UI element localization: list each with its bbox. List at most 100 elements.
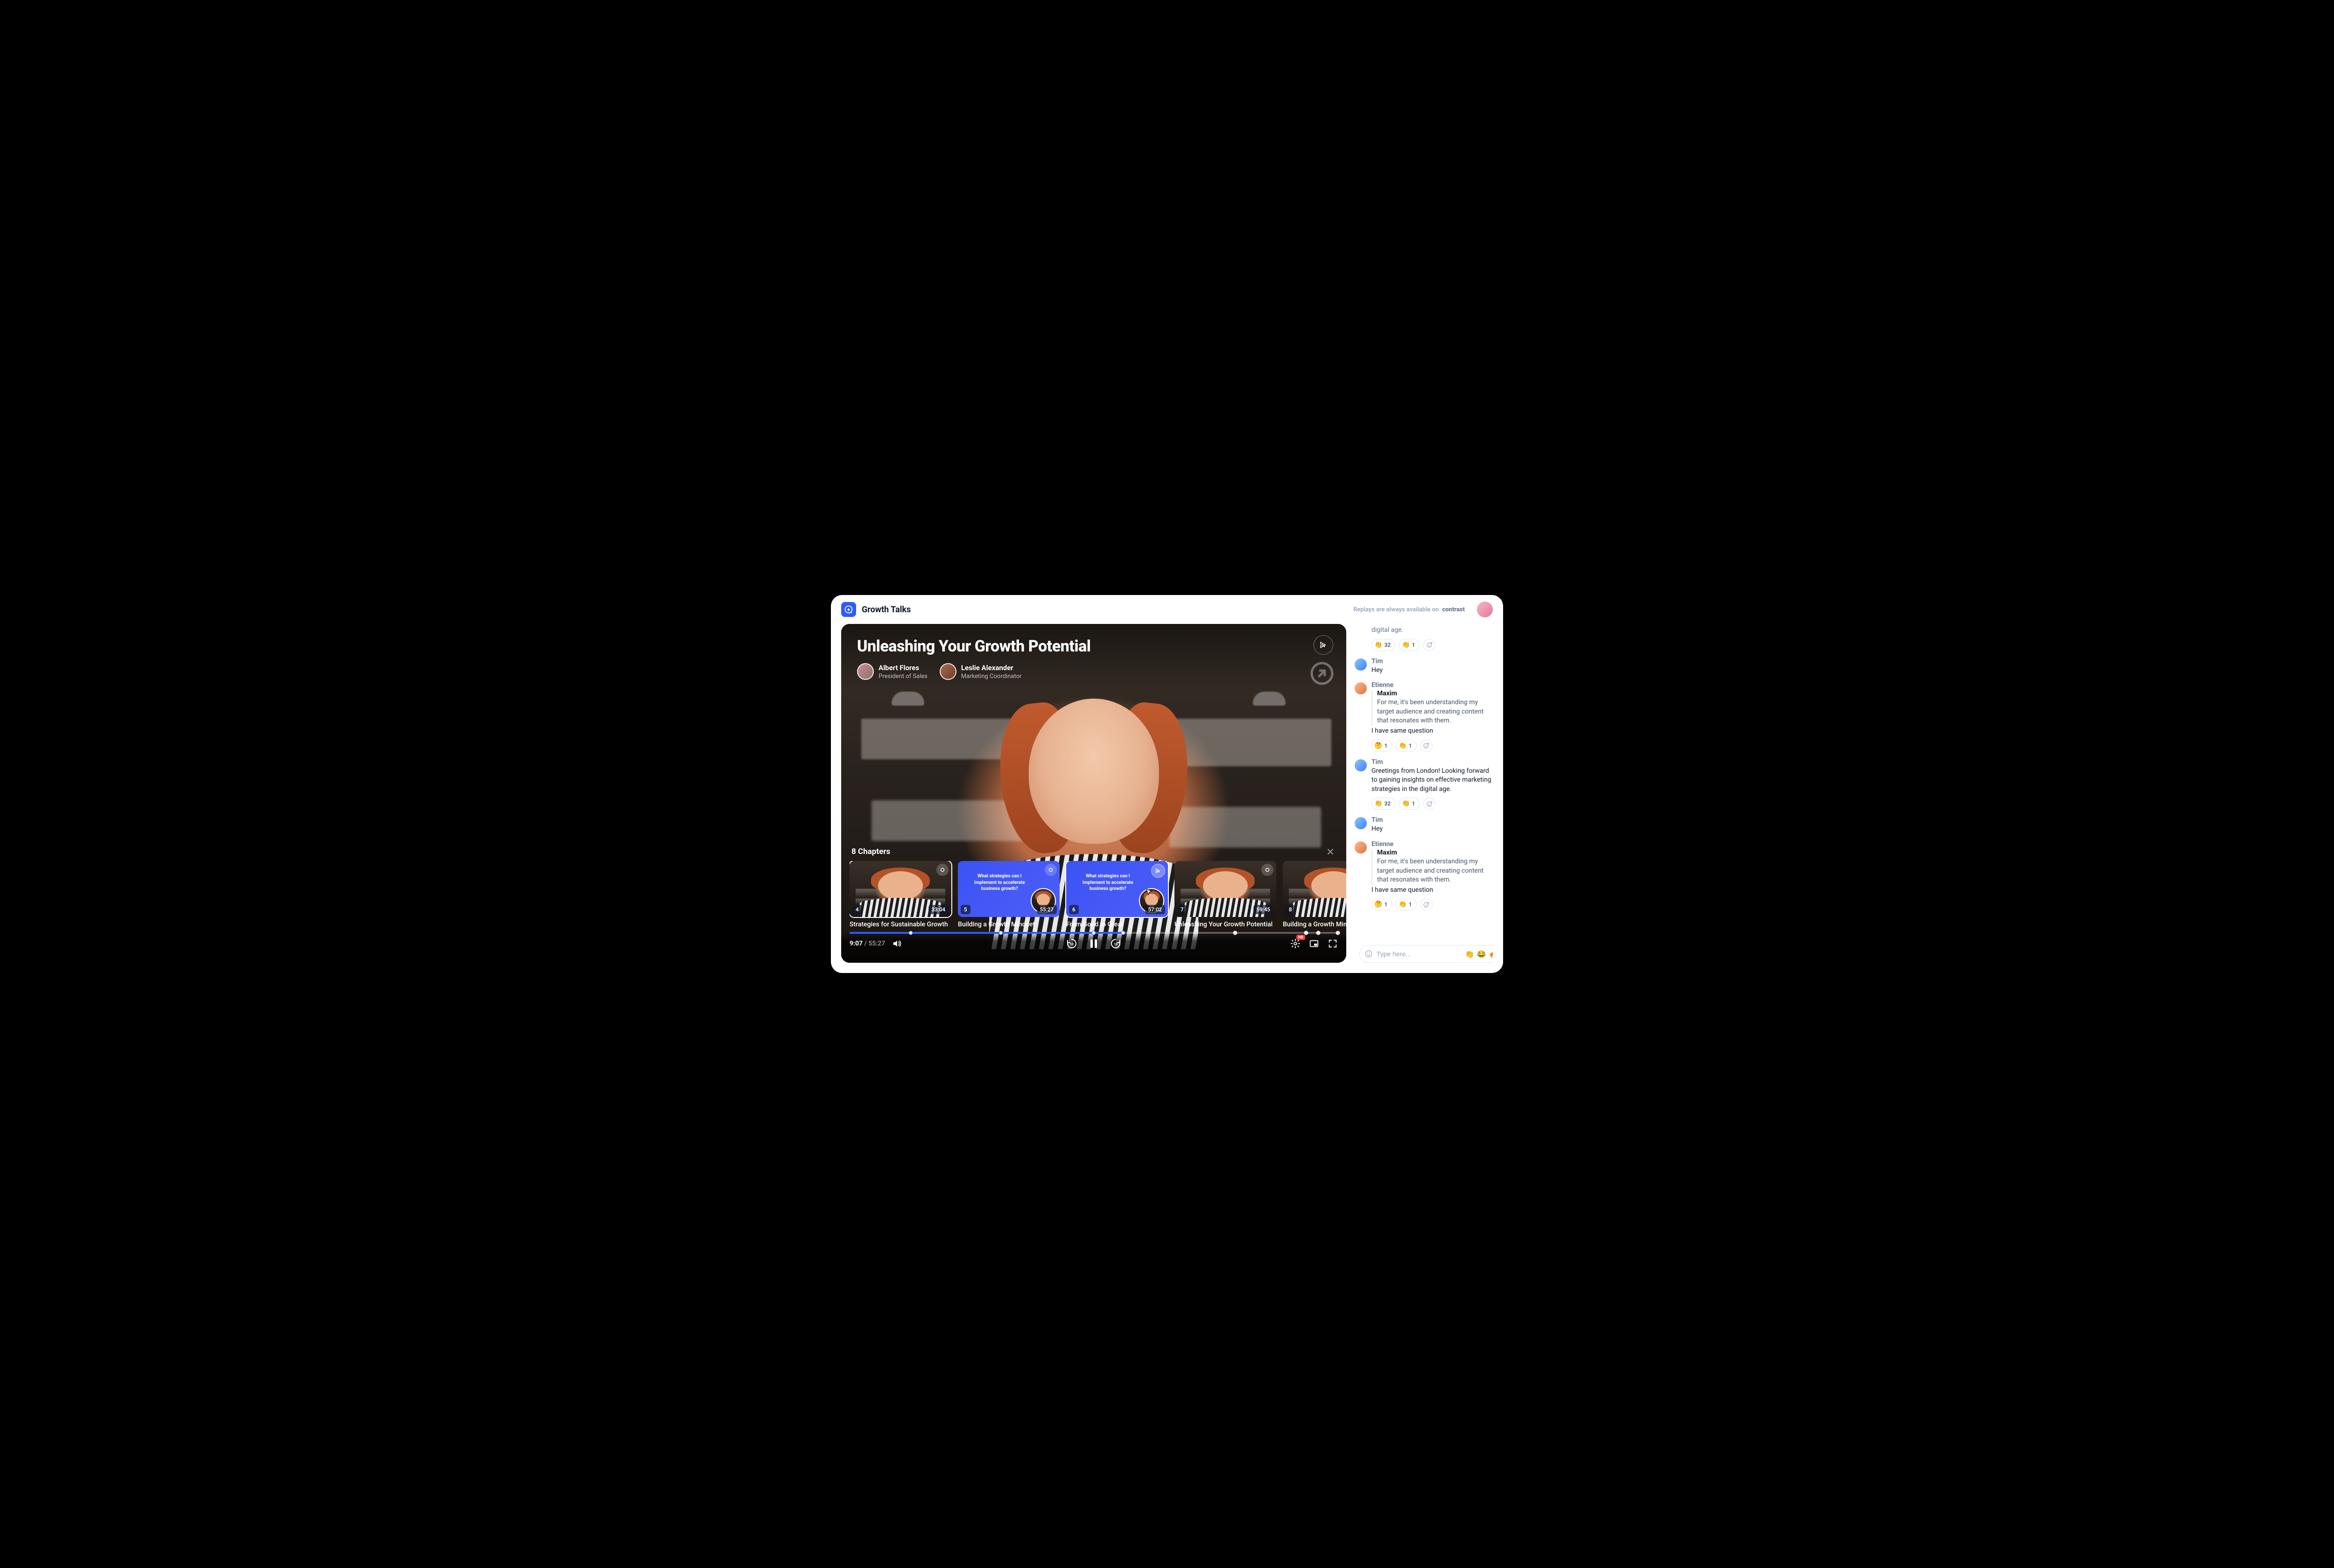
app-window: Growth Talks Replays are always availabl… (831, 595, 1503, 973)
forward-10-button[interactable]: 10 (1110, 938, 1122, 950)
chapter-thumbnail[interactable]: 4 33:04 (850, 861, 951, 917)
pause-button[interactable] (1088, 938, 1099, 949)
quick-react-button[interactable]: 🔥 (1489, 950, 1493, 959)
reaction-count: 1 (1384, 742, 1387, 749)
message-avatar (1355, 759, 1367, 771)
chapter-thumbnail[interactable]: What strategies can I implement to accel… (958, 861, 1060, 917)
chat-text-input[interactable] (1377, 950, 1461, 958)
quick-reactions: 👏😂🔥 (1465, 950, 1493, 959)
message-text: I have same question (1371, 886, 1493, 895)
svg-text:10: 10 (1114, 943, 1118, 946)
chapter-marker-icon (1261, 864, 1273, 876)
host-2-avatar (940, 663, 956, 680)
pip-icon (1309, 938, 1319, 949)
app-logo-icon (844, 605, 853, 614)
reply-text: For me, it's been understanding my targe… (1377, 857, 1493, 885)
message-avatar (1355, 841, 1367, 854)
hd-badge: HD (1296, 935, 1305, 940)
chapter-share-button[interactable] (1151, 864, 1165, 878)
chapter-item[interactable]: What strategies can I implement to accel… (958, 861, 1060, 928)
settings-button[interactable]: HD (1290, 938, 1301, 949)
chapter-number: 6 (1069, 905, 1079, 914)
chapter-marker-icon (1045, 864, 1057, 876)
chat-message: digital age.👏32👏1 (1355, 626, 1493, 651)
chapter-slide-text: What strategies can I implement to accel… (1076, 873, 1139, 892)
chat-panel: digital age.👏32👏1 TimHey Etienne Maxim F… (1355, 624, 1493, 963)
reaction-pill[interactable]: 👏1 (1396, 898, 1416, 910)
reaction-pill[interactable]: 🤔1 (1371, 898, 1392, 910)
reaction-pill[interactable]: 👏1 (1399, 798, 1420, 810)
chapter-item[interactable]: 8 Building a Growth Mindset (1283, 861, 1346, 928)
reaction-count: 1 (1409, 901, 1412, 908)
message-avatar (1355, 817, 1367, 829)
chapter-thumbnail[interactable]: 8 (1283, 861, 1346, 917)
fullscreen-button[interactable] (1328, 938, 1338, 949)
rewind-10-button[interactable]: 10 (1066, 938, 1078, 950)
message-avatar (1355, 682, 1367, 694)
chapter-thumbnail[interactable]: 7 59:45 (1174, 861, 1276, 917)
reaction-pill[interactable]: 🤔1 (1371, 740, 1392, 752)
smile-plus-icon (1423, 742, 1430, 749)
seek-bar[interactable] (850, 932, 1338, 934)
add-reaction-button[interactable] (1420, 740, 1433, 752)
chapter-label: Building a Growth Mindset (958, 921, 1060, 928)
reactions-row: 👏32 👏1 (1371, 798, 1493, 810)
message-author: Etienne (1371, 840, 1493, 848)
reaction-count: 1 (1412, 800, 1415, 807)
message-reply: Maxim For me, it's been understanding my… (1371, 690, 1493, 726)
share-button[interactable] (1314, 635, 1333, 655)
quick-react-button[interactable]: 👏 (1465, 950, 1474, 959)
chapter-time: 57:02 (1145, 905, 1165, 914)
add-reaction-button[interactable] (1423, 639, 1435, 651)
chat-input[interactable]: 👏😂🔥 (1359, 945, 1493, 963)
message-author: Tim (1371, 816, 1493, 824)
chapter-number: 8 (1286, 905, 1295, 914)
add-reaction-button[interactable] (1423, 798, 1435, 810)
chapter-item[interactable]: 4 33:04 Strategies for Sustainable Growt… (850, 861, 951, 928)
chat-message: TimHey (1355, 816, 1493, 834)
seek-chapter-marker[interactable] (908, 931, 913, 935)
time-duration: 55:27 (868, 940, 885, 947)
chapter-item[interactable]: 7 59:45 Unleashing Your Growth Potential (1174, 861, 1276, 928)
chapters-list[interactable]: 4 33:04 Strategies for Sustainable Growt… (850, 861, 1346, 928)
seek-chapter-marker[interactable] (1233, 931, 1237, 935)
chapters-close-button[interactable] (1326, 847, 1335, 856)
seek-chapter-marker[interactable] (1316, 931, 1321, 935)
smile-plus-icon (1423, 901, 1430, 908)
reply-author: Maxim (1377, 849, 1493, 856)
reaction-count: 32 (1384, 800, 1391, 807)
seek-chapter-marker[interactable] (1336, 931, 1340, 935)
chapter-marker-icon (936, 864, 949, 876)
video-player[interactable]: Unleashing Your Growth Potential Albert … (841, 624, 1346, 963)
message-reply: Maxim For me, it's been understanding my… (1371, 849, 1493, 885)
seek-chapter-marker[interactable] (1092, 931, 1096, 935)
chat-messages[interactable]: digital age.👏32👏1 TimHey Etienne Maxim F… (1355, 624, 1493, 940)
reaction-pill[interactable]: 👏1 (1396, 740, 1416, 752)
message-avatar (1355, 658, 1367, 671)
add-reaction-button[interactable] (1420, 898, 1433, 910)
share-icon (1155, 868, 1161, 874)
reaction-pill[interactable]: 👏32 (1371, 798, 1395, 810)
seek-chapter-marker[interactable] (1304, 931, 1308, 935)
seek-chapter-marker[interactable] (1121, 931, 1125, 935)
pause-icon (1088, 938, 1099, 949)
reaction-count: 1 (1409, 742, 1412, 749)
replay-brand[interactable]: contrast (1442, 606, 1465, 613)
quick-react-button[interactable]: 😂 (1477, 950, 1486, 959)
message-text: I have same question (1371, 727, 1493, 736)
forward-10-icon: 10 (1110, 938, 1122, 950)
svg-text:10: 10 (1070, 943, 1074, 946)
app-logo (841, 602, 856, 617)
emoji-picker-button[interactable] (1364, 950, 1373, 958)
user-avatar[interactable] (1477, 602, 1493, 617)
chapter-thumbnail[interactable]: What strategies can I implement to accel… (1066, 861, 1168, 917)
pip-button[interactable] (1309, 938, 1319, 949)
reaction-pill[interactable]: 👏32 (1371, 639, 1395, 651)
chapter-item[interactable]: What strategies can I implement to accel… (1066, 861, 1168, 928)
seek-chapter-marker[interactable] (999, 931, 1003, 935)
reaction-pill[interactable]: 👏1 (1399, 639, 1420, 651)
chapter-time: 59:45 (1253, 905, 1273, 914)
app-title: Growth Talks (862, 605, 911, 615)
chapter-time: 33:04 (928, 905, 949, 914)
volume-button[interactable] (892, 938, 902, 949)
